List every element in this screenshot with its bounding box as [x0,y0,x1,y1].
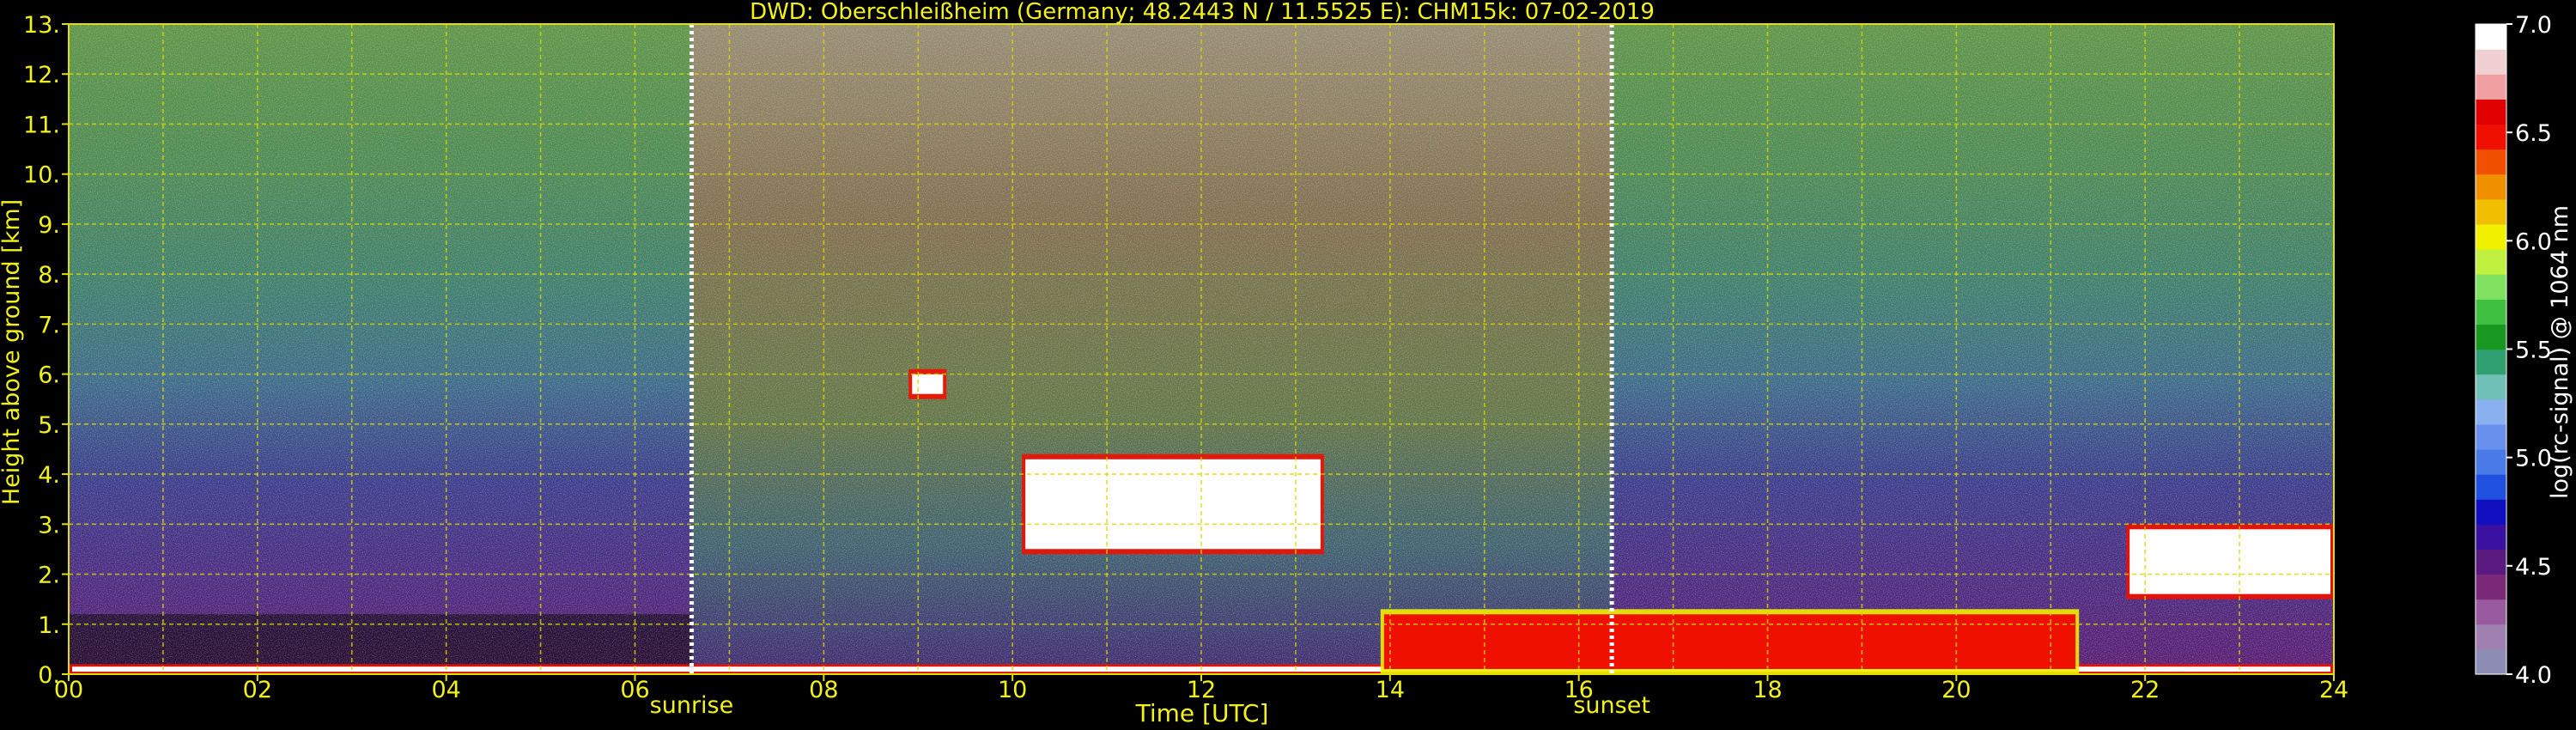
x-tick-label: 06 [620,677,649,703]
y-tick-label: 2. [38,563,60,589]
colorbar-segment [2476,249,2506,275]
colorbar-tick-label: 4.5 [2515,554,2552,581]
x-tick-label: 04 [431,677,460,703]
colorbar-segment [2476,624,2506,650]
feature-cloud-layer-1 [912,374,944,394]
colorbar-segment [2476,24,2506,50]
x-tick-label: 24 [2319,677,2348,703]
colorbar-segment [2476,648,2506,675]
colorbar-tick-label: 4.0 [2515,662,2552,689]
chart-title: DWD: Oberschleißheim (Germany; 48.2443 N… [750,0,1655,25]
colorbar-tick-label: 6.5 [2515,120,2552,147]
y-tick-label: 12. [23,62,60,88]
y-tick-label: 0. [38,662,60,689]
colorbar-segment [2476,173,2506,200]
colorbar-segment [2476,149,2506,175]
x-tick-label: 22 [2130,677,2160,703]
colorbar-segment [2476,49,2506,75]
x-tick-label: 14 [1376,677,1405,703]
sunrise-label: sunrise [650,692,734,719]
y-tick-label: 3. [38,512,60,538]
x-tick-label: 16 [1564,677,1593,703]
y-tick-label: 6. [38,362,60,389]
colorbar-label: log(rc-signal) @ 1064 nm [2547,205,2573,499]
feature-low-cloud-band [1383,614,2076,669]
colorbar-segment [2476,398,2506,425]
colorbar-segment [2476,499,2506,525]
y-tick-label: 1. [38,612,60,639]
feature-cloud-layer-2 [1025,459,1321,550]
colorbar-segment [2476,374,2506,400]
y-tick-label: 7. [38,312,60,338]
colorbar-segment [2476,524,2506,551]
colorbar-segment [2476,124,2506,150]
colorbar: 4.04.55.05.56.06.57.0 [2475,12,2552,689]
colorbar-segment [2476,223,2506,250]
colorbar-segment [2476,448,2506,475]
y-tick-label: 10. [23,162,60,189]
colorbar-tick-label: 7.0 [2515,12,2552,39]
y-tick-label: 13. [23,12,60,39]
y-tick-label: 4. [38,462,60,489]
ceilometer-chart: sunrise sunset 00 02 04 06 08 10 12 14 16 18 20 22 24… [0,0,2573,727]
x-tick-label: 08 [809,677,838,703]
colorbar-segment [2476,349,2506,375]
x-tick-label: 10 [998,677,1027,703]
x-tick-label: 20 [1941,677,1971,703]
y-axis-label: Height above ground [km] [0,199,25,505]
y-tick-label: 9. [38,212,60,239]
x-tick-label: 02 [243,677,272,703]
colorbar-segment [2476,99,2506,125]
colorbar-segment [2476,198,2506,225]
feature-night-cloud [2129,529,2330,594]
y-tick-label: 5. [38,412,60,439]
colorbar-segment [2476,299,2506,325]
colorbar-segment [2476,423,2506,450]
y-tick-label: 8. [38,262,60,289]
x-axis-label: Time [UTC] [1135,699,1269,727]
colorbar-segment [2476,474,2506,500]
x-tick-label: 18 [1753,677,1782,703]
colorbar-segment [2476,549,2506,575]
colorbar-segment [2476,74,2506,100]
colorbar-segment [2476,574,2506,600]
colorbar-segment [2476,324,2506,350]
colorbar-segment [2476,599,2506,625]
y-tick-label: 11. [23,112,60,138]
colorbar-segment [2476,274,2506,300]
